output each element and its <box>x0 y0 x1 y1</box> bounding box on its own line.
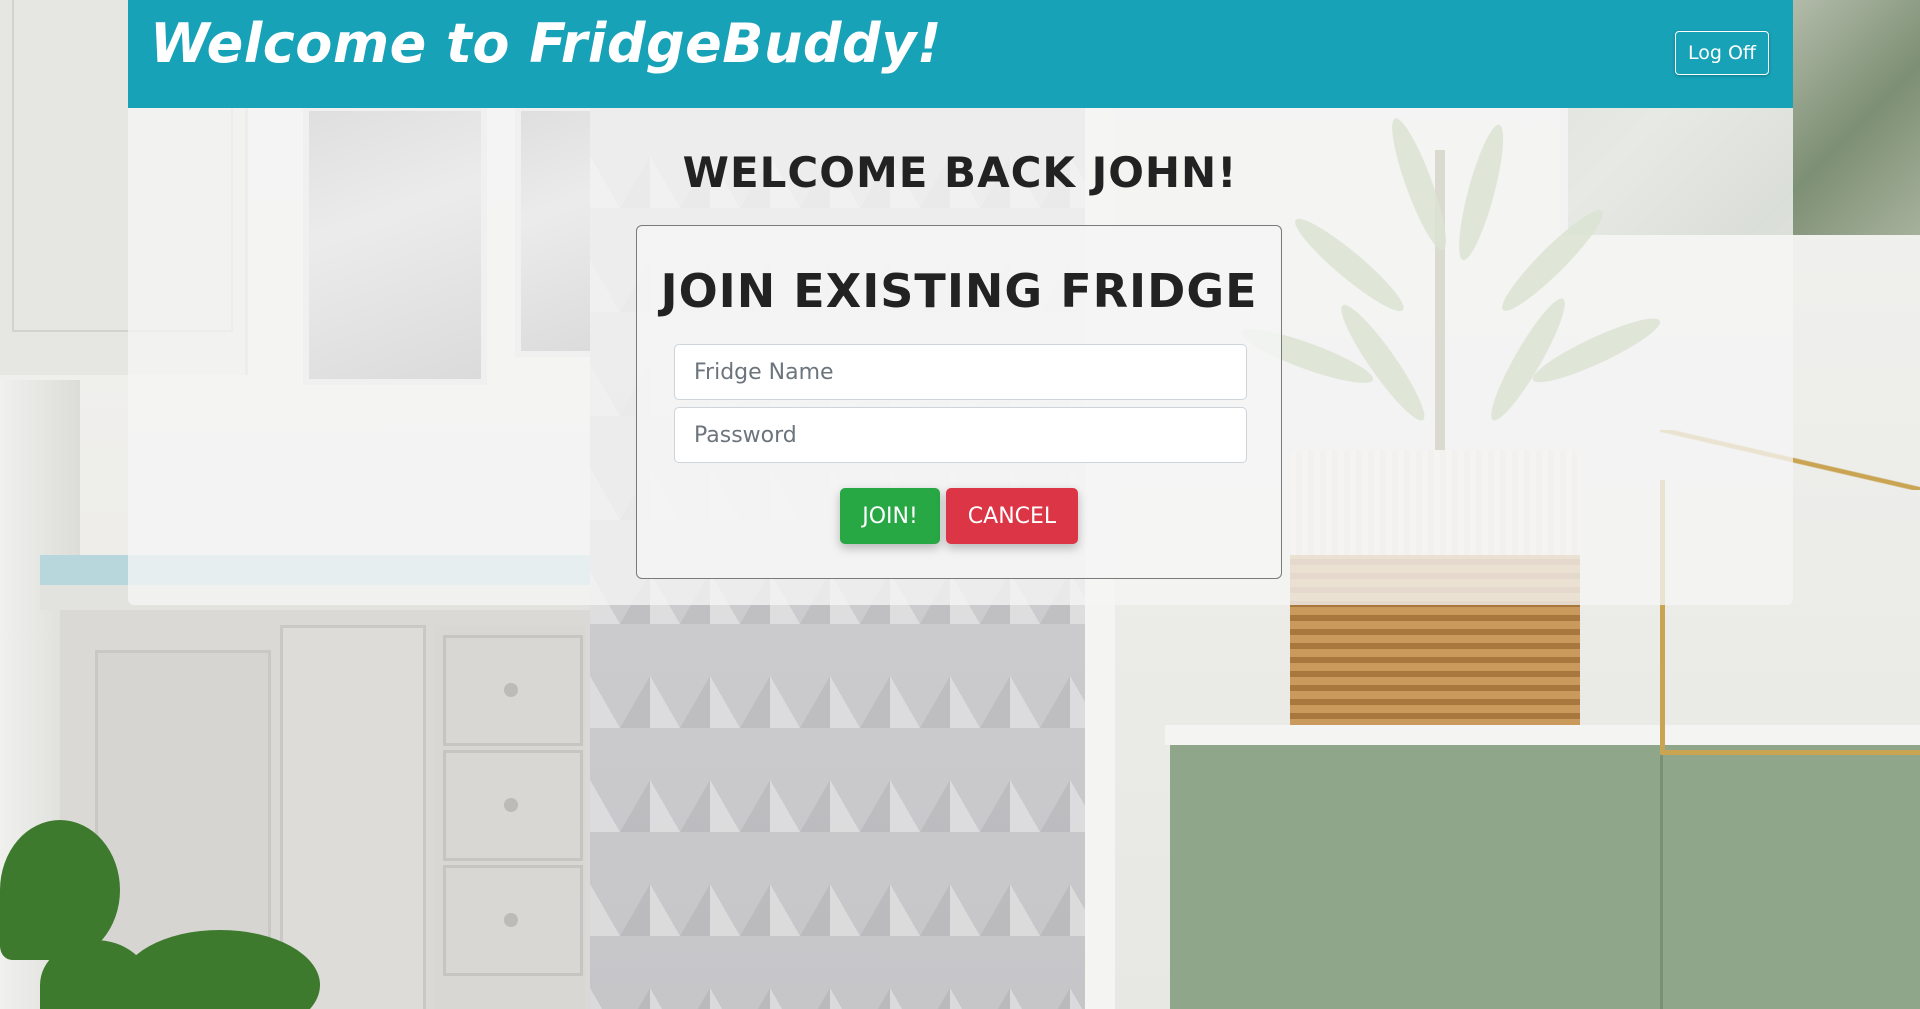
join-fridge-title: JOIN EXISTING FRIDGE <box>660 264 1258 318</box>
fridge-name-input[interactable] <box>674 344 1247 400</box>
welcome-heading: WELCOME BACK JOHN! <box>682 148 1238 197</box>
form-actions: JOIN! CANCEL <box>637 488 1281 544</box>
password-input[interactable] <box>674 407 1247 463</box>
join-fridge-form: JOIN EXISTING FRIDGE JOIN! CANCEL <box>636 225 1282 579</box>
brand-title: Welcome to FridgeBuddy! <box>150 12 943 75</box>
cancel-button[interactable]: CANCEL <box>946 488 1078 544</box>
log-off-button[interactable]: Log Off <box>1674 31 1769 75</box>
top-navbar: Welcome to FridgeBuddy! Log Off <box>128 0 1793 108</box>
join-button[interactable]: JOIN! <box>840 488 940 544</box>
